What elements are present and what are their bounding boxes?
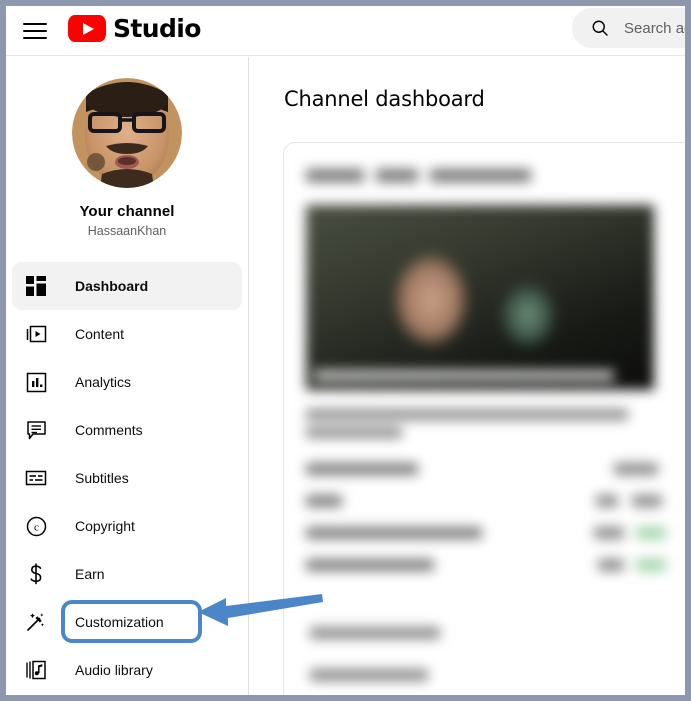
sidebar-item-subtitles[interactable]: Subtitles [12,454,242,502]
page-title: Channel dashboard [284,87,485,111]
sidebar-item-analytics[interactable]: Analytics [12,358,242,406]
youtube-play-icon [68,15,106,42]
channel-summary[interactable]: Your channel HassaanKhan [6,57,248,238]
brand-label: Studio [113,14,201,43]
app-window: Studio Search ac Your channel HassaanKha… [6,6,685,695]
channel-handle: HassaanKhan [87,224,167,238]
sidebar-item-comments[interactable]: Comments [12,406,242,454]
sidebar-item-label: Earn [75,566,105,582]
blurred-stat-row [306,527,682,539]
copyright-icon: c [24,514,48,538]
blurred-stat-row [306,495,682,507]
sidebar-item-label: Content [75,326,125,342]
blurred-text-line [306,427,402,438]
search-placeholder-text: Search ac [624,19,685,37]
magic-wand-icon [24,610,48,634]
hamburger-line [23,23,47,25]
sidebar-item-label: Analytics [75,374,132,390]
channel-title: Your channel [79,203,175,220]
svg-text:c: c [34,521,39,533]
sidebar-nav: Dashboard Content Analytics Comments Sub… [6,262,248,694]
blurred-footer-link[interactable] [310,627,440,639]
search-input[interactable]: Search ac [572,8,685,48]
avatar[interactable] [72,78,182,188]
dashboard-grid-icon [24,274,48,298]
sidebar-item-dashboard[interactable]: Dashboard [12,262,242,310]
top-bar: Studio Search ac [6,6,685,56]
earn-dollar-icon [24,562,48,586]
subtitles-icon [24,466,48,490]
audio-library-icon [24,658,48,682]
blurred-video-thumbnail[interactable] [306,205,654,390]
sidebar-item-label: Customization [75,614,164,630]
blurred-stat-row [306,463,682,475]
sidebar-item-label: Copyright [75,518,135,534]
hamburger-line [23,30,47,32]
content-play-icon [24,322,48,346]
blurred-text-line [306,409,628,420]
studio-logo[interactable]: Studio [68,15,201,42]
sidebar-item-content[interactable]: Content [12,310,242,358]
sidebar-item-label: Audio library [75,662,153,678]
latest-video-performance-card[interactable] [283,142,685,695]
blurred-footer-link[interactable] [310,669,428,681]
comments-bubble-icon [24,418,48,442]
sidebar-item-label: Dashboard [75,278,149,294]
sidebar-item-label: Comments [75,422,143,438]
sidebar-item-audio-library[interactable]: Audio library [12,646,242,694]
main-content: Channel dashboard [250,57,685,695]
screenshot-frame: Studio Search ac Your channel HassaanKha… [0,0,691,701]
sidebar-item-copyright[interactable]: c Copyright [12,502,242,550]
search-icon [592,20,608,36]
hamburger-menu-icon[interactable] [20,19,50,43]
blurred-card-heading [306,169,531,182]
sidebar-item-earn[interactable]: Earn [12,550,242,598]
hamburger-line [23,37,47,39]
analytics-bar-icon [24,370,48,394]
sidebar-item-customization[interactable]: Customization [12,598,242,646]
blurred-stat-row [306,559,682,571]
sidebar-item-label: Subtitles [75,470,129,486]
sidebar: Your channel HassaanKhan Dashboard Conte… [6,57,249,695]
